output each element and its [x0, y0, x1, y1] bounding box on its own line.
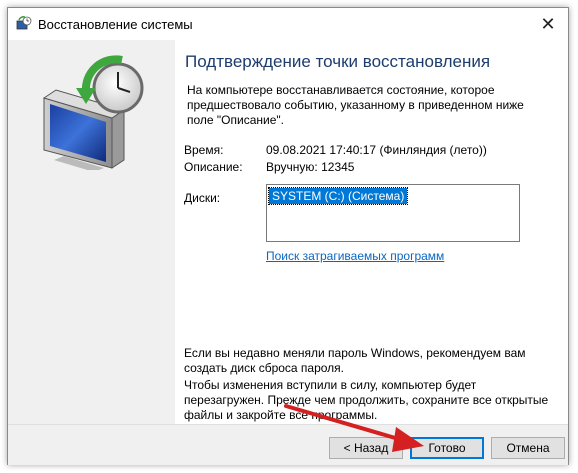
- left-pane: [8, 40, 175, 424]
- intro-text: На компьютере восстанавливается состояни…: [187, 83, 524, 127]
- window-title: Восстановление системы: [38, 17, 193, 32]
- description-label: Описание:: [184, 160, 243, 174]
- system-restore-window: Восстановление системы ✕ Подтверждение т…: [7, 7, 569, 465]
- scan-affected-programs-link[interactable]: Поиск затрагиваемых программ: [266, 249, 444, 263]
- description-value: Вручную: 12345: [266, 160, 355, 174]
- cancel-button[interactable]: Отмена: [491, 437, 565, 459]
- time-value: 09.08.2021 17:40:17 (Финляндия (лето)): [266, 143, 487, 157]
- page-title: Подтверждение точки восстановления: [185, 52, 491, 71]
- back-button[interactable]: < Назад: [329, 437, 403, 459]
- button-bar: < Назад Готово Отмена: [8, 424, 568, 465]
- system-restore-icon: [16, 16, 32, 30]
- finish-button[interactable]: Готово: [410, 437, 484, 459]
- close-icon: ✕: [540, 14, 556, 34]
- disk-item[interactable]: SYSTEM (C:) (Система): [267, 187, 409, 205]
- disks-label: Диски:: [184, 191, 221, 205]
- disks-list[interactable]: SYSTEM (C:) (Система): [266, 184, 520, 242]
- password-note: Если вы недавно меняли пароль Windows, р…: [184, 346, 526, 375]
- close-button[interactable]: ✕: [528, 8, 568, 40]
- title-bar: Восстановление системы ✕: [8, 8, 568, 40]
- restart-note: Чтобы изменения вступили в силу, компьют…: [184, 378, 549, 422]
- time-label: Время:: [184, 143, 224, 157]
- content-pane: Подтверждение точки восстановления На ко…: [175, 40, 568, 424]
- system-restore-monitor-clock-icon: [42, 55, 144, 170]
